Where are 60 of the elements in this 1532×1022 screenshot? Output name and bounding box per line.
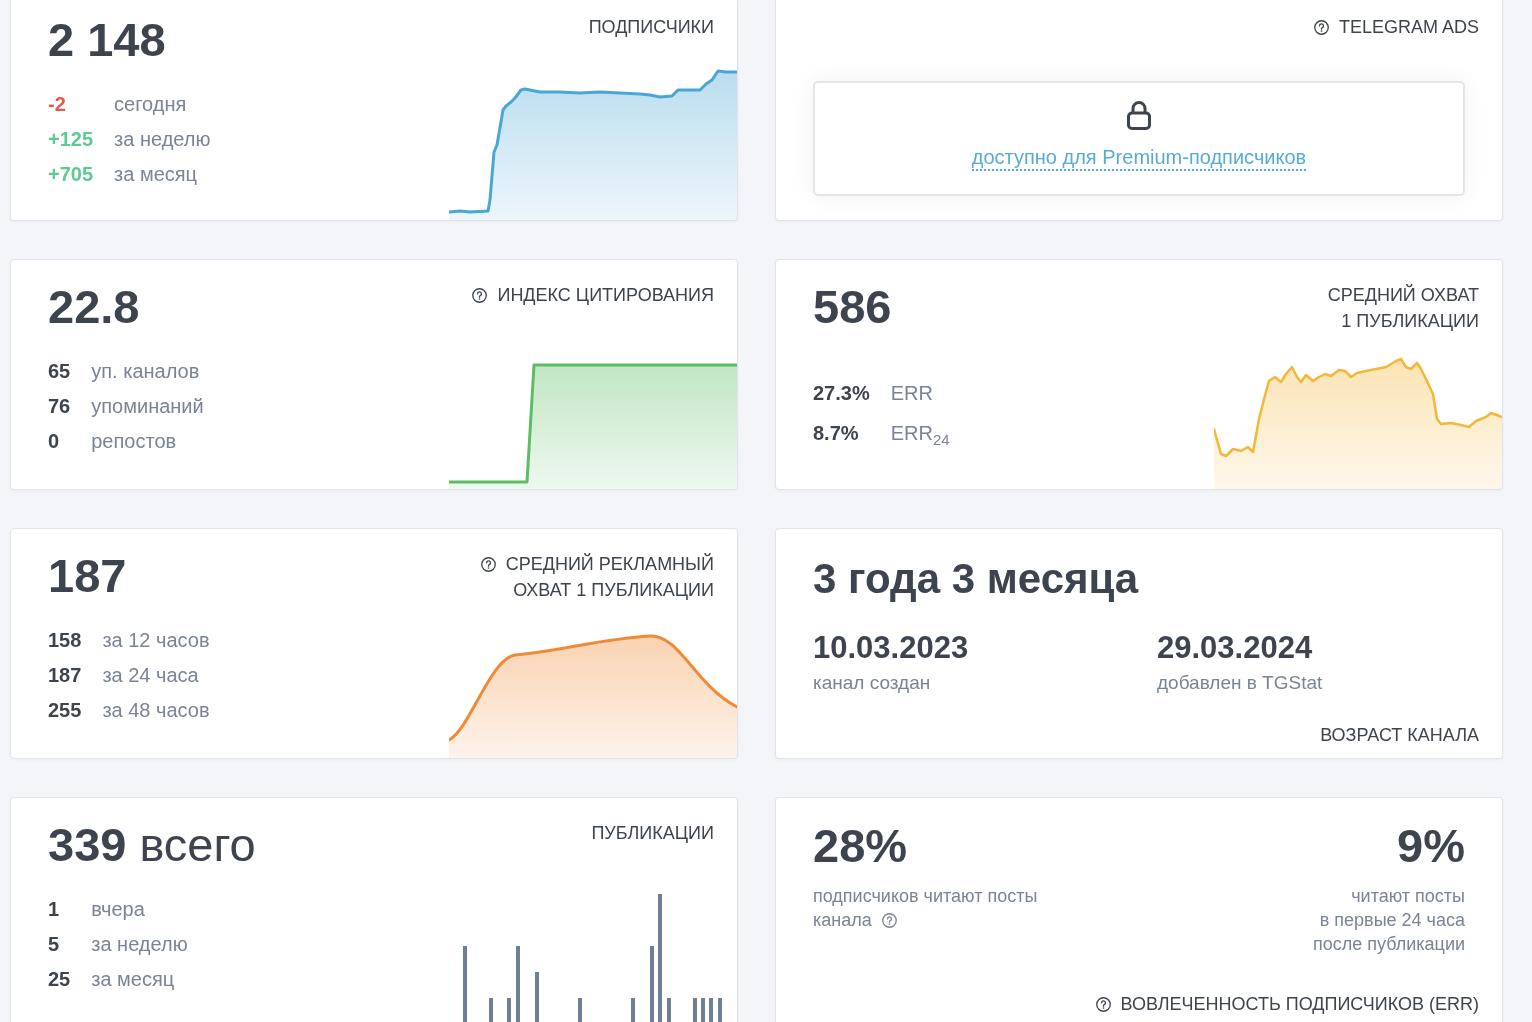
row-label: ERR$_{24}$: [890, 421, 950, 450]
row-label: упоминаний: [91, 394, 204, 419]
row-label: уп. каналов: [91, 359, 201, 384]
stat-value: 339: [48, 818, 127, 871]
row-label: репостов: [91, 429, 178, 454]
row-label: за неделю: [91, 932, 188, 957]
row-label: ERR: [890, 381, 934, 406]
card-title: TELEGRAM ADS: [1338, 17, 1479, 37]
help-icon[interactable]: [472, 288, 488, 303]
row-value: 255: [48, 698, 82, 723]
lock-icon: [1127, 100, 1151, 130]
stat-unit: всего: [139, 818, 256, 871]
row-value: +705: [48, 162, 94, 187]
percent-value: 9%: [1397, 818, 1465, 874]
date-value: 10.03.2023: [813, 629, 969, 667]
caption-line: подписчиков читают посты: [813, 885, 1038, 908]
help-icon[interactable]: [1095, 997, 1111, 1012]
caption-line: канала: [813, 909, 872, 932]
row-value: 5: [48, 932, 61, 957]
row-label: за 48 часов: [102, 698, 210, 723]
row-value: 0: [48, 429, 61, 454]
age-value: 3 года 3 месяца: [813, 554, 1140, 604]
stat-value: 187: [48, 549, 127, 602]
row-value: 8.7%: [813, 421, 860, 446]
row-label: за неделю: [114, 127, 211, 152]
caption-line: после публикации: [1313, 933, 1465, 956]
stat-value: 2 148: [48, 13, 166, 66]
card-title: ПУБЛИКАЦИИ: [591, 823, 714, 843]
help-icon[interactable]: [1313, 20, 1329, 35]
row-value: 1: [48, 897, 61, 922]
row-value: 27.3%: [813, 381, 870, 406]
card-title: ИНДЕКС ЦИТИРОВАНИЯ: [497, 285, 714, 305]
stat-value: 586: [813, 280, 892, 333]
percent-value: 28%: [813, 818, 908, 874]
stat-value: 22.8: [48, 280, 140, 333]
card-title: ПОДПИСЧИКИ: [588, 17, 714, 37]
row-value: +125: [48, 127, 94, 152]
card-title: ВОЗРАСТ КАНАЛА: [1320, 725, 1479, 745]
row-value: -2: [48, 92, 67, 117]
row-label: за месяц: [91, 967, 176, 992]
date-label: канал создан: [813, 671, 931, 695]
date-value: 29.03.2024: [1157, 629, 1313, 667]
help-icon[interactable]: [480, 557, 496, 572]
premium-link[interactable]: доступно для Premium-подписчиков: [971, 145, 1307, 171]
row-value: 187: [48, 663, 82, 688]
card-title: СРЕДНИЙ ОХВАТ 1 ПУБЛИКАЦИИ: [1327, 285, 1479, 331]
caption-line: в первые 24 часа: [1319, 909, 1465, 932]
row-label: за 24 часа: [102, 663, 200, 688]
row-label: за месяц: [114, 162, 199, 187]
row-value: 76: [48, 394, 71, 419]
card-title: СРЕДНИЙ РЕКЛАМНЫЙ ОХВАТ 1 ПУБЛИКАЦИИ: [505, 554, 714, 600]
row-value: 65: [48, 359, 71, 384]
row-label: за 12 часов: [102, 628, 210, 653]
card-title: ВОВЛЕЧЕННОСТЬ ПОДПИСЧИКОВ (ERR): [1120, 994, 1479, 1014]
row-value: 158: [48, 628, 82, 653]
row-value: 25: [48, 967, 71, 992]
date-label: добавлен в TGStat: [1157, 671, 1323, 695]
row-label: сегодня: [114, 92, 188, 117]
caption-line: читают посты: [1351, 885, 1465, 908]
row-label: вчера: [91, 897, 146, 922]
